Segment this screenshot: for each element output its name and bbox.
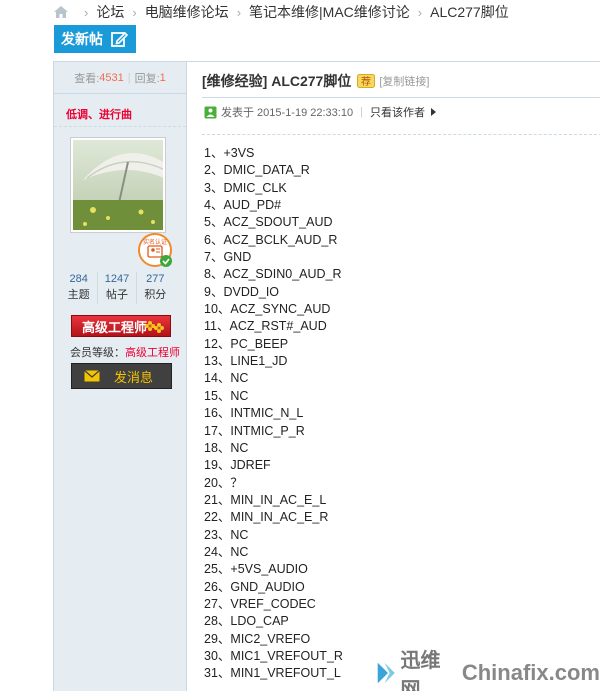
- pin-item: 19、JDREF: [204, 458, 271, 473]
- pin-item: 2、DMIC_DATA_R: [204, 163, 310, 178]
- thread-container: 查看: 4531 | 回复: 1 低调、进行曲 实名认证 284 主题 1247…: [53, 61, 600, 691]
- edit-icon: [111, 31, 128, 47]
- breadcrumb-current: ALC277脚位: [430, 4, 509, 20]
- verify-label: 实名认证: [143, 238, 167, 246]
- divider: [202, 134, 600, 135]
- breadcrumb-separator: ›: [132, 4, 137, 20]
- avatar[interactable]: [70, 137, 166, 233]
- thread-stats: 查看: 4531 | 回复: 1: [54, 62, 186, 94]
- pin-item: 29、MIC2_VREFO: [204, 631, 311, 646]
- post-title: [维修经验] ALC277脚位: [202, 73, 352, 89]
- stat-value: 1247: [104, 273, 130, 285]
- member-level: 会员等级：高级工程师: [70, 344, 180, 360]
- new-post-label: 发新帖: [61, 31, 103, 47]
- pin-item: 5、ACZ_SDOUT_AUD: [204, 215, 333, 230]
- replies-label: 回复:: [134, 72, 160, 85]
- post-meta: 发表于 2015-1-19 22:33:10 | 只看该作者: [204, 104, 436, 120]
- pin-item: 30、MIC1_VREFOUT_R: [204, 648, 343, 663]
- stats-separator: |: [127, 71, 131, 84]
- breadcrumb-separator: ›: [236, 4, 242, 20]
- watermark: 迅维网 Chinafix.com: [370, 650, 600, 691]
- replies-count: 1: [159, 71, 166, 84]
- member-level-label: 会员等级：: [70, 347, 125, 359]
- pin-item: 7、GND: [204, 250, 252, 265]
- divider: [54, 126, 186, 127]
- pin-item: 31、MIN1_VREFOUT_L: [204, 666, 341, 681]
- member-level-value[interactable]: 高级工程师: [125, 347, 180, 359]
- home-icon[interactable]: [54, 6, 68, 18]
- send-message-label: 发消息: [114, 369, 154, 385]
- stat-value: 284: [69, 273, 88, 285]
- pin-item: 13、LINE1_JD: [204, 354, 288, 369]
- pin-item: 10、ACZ_SYNC_AUD: [204, 302, 331, 317]
- author-stats: 284 主题 1247 帖子 277 积分: [60, 272, 174, 304]
- pin-item: 8、ACZ_SDIN0_AUD_R: [204, 267, 342, 282]
- watermark-cn: 迅维网: [400, 649, 441, 691]
- arrow-right-icon[interactable]: [430, 108, 436, 116]
- stat-points[interactable]: 277 积分: [137, 272, 174, 304]
- watermark-logo-icon: [377, 662, 395, 683]
- verify-icon: 实名认证: [138, 233, 174, 269]
- stat-value: 277: [146, 273, 165, 285]
- quality-icon: 荐: [357, 74, 376, 88]
- flower-icon: [145, 321, 164, 333]
- pin-item: 9、DVDD_IO: [204, 284, 280, 299]
- stat-posts[interactable]: 1247 帖子: [98, 272, 137, 304]
- pin-item: 1、+3VS: [204, 146, 255, 160]
- pin-item: 11、ACZ_RST#_AUD: [204, 319, 327, 334]
- pin-item: 17、INTMIC_P_R: [204, 423, 305, 438]
- stat-label: 帖子: [105, 289, 128, 301]
- pin-item: 28、LDO_CAP: [204, 614, 289, 629]
- views-count: 4531: [99, 71, 124, 84]
- pin-item: 6、ACZ_BCLK_AUD_R: [204, 232, 338, 247]
- pin-item: 25、+5VS_AUDIO: [204, 562, 308, 577]
- views-label: 查看:: [74, 72, 100, 85]
- breadcrumb-separator: ›: [84, 4, 89, 20]
- rank-badge: 高级工程师: [71, 315, 171, 337]
- meta-separator: |: [360, 106, 363, 118]
- post-title-row: [维修经验] ALC277脚位 荐 [复制链接]: [202, 71, 429, 91]
- quality-icon-label: 荐: [361, 76, 371, 88]
- new-post-button[interactable]: 发新帖: [54, 25, 136, 53]
- pin-item: 20、？: [204, 475, 243, 490]
- post-date: 发表于 2015-1-19 22:33:10: [221, 107, 354, 119]
- pin-item: 26、GND_AUDIO: [204, 579, 305, 594]
- stat-label: 积分: [144, 289, 167, 301]
- rank-badge-label: 高级工程师: [82, 319, 148, 335]
- send-message-button[interactable]: 发消息: [71, 363, 172, 389]
- breadcrumb-repair-forum[interactable]: 电脑维修论坛: [145, 2, 229, 22]
- divider: [202, 97, 600, 98]
- pin-item: 15、NC: [204, 388, 249, 403]
- breadcrumb: › 论坛 › 电脑维修论坛 › 笔记本维修|MAC维修讨论 › ALC277脚位: [54, 2, 509, 22]
- pin-item: 27、VREF_CODEC: [204, 596, 316, 611]
- stat-threads[interactable]: 284 主题: [60, 272, 99, 304]
- pin-item: 21、MIN_IN_AC_E_L: [204, 492, 327, 507]
- stat-label: 主题: [67, 289, 90, 301]
- author-only-link[interactable]: 只看该作者: [370, 104, 425, 120]
- online-icon: [204, 106, 217, 118]
- pin-item: 4、AUD_PD#: [204, 198, 282, 213]
- pin-item: 16、INTMIC_N_L: [204, 406, 304, 421]
- envelope-icon: [84, 370, 100, 382]
- breadcrumb-laptop-forum[interactable]: 笔记本维修|MAC维修讨论: [249, 2, 410, 22]
- pin-item: 24、NC: [204, 544, 249, 559]
- pin-item: 12、PC_BEEP: [204, 336, 289, 351]
- pin-item: 23、NC: [204, 527, 249, 542]
- pin-item: 14、NC: [204, 371, 249, 386]
- pin-item: 22、MIN_IN_AC_E_R: [204, 510, 329, 525]
- avatar-image: [73, 140, 163, 230]
- post-main: [维修经验] ALC277脚位 荐 [复制链接] 发表于 2015-1-19 2…: [188, 62, 600, 691]
- watermark-en: Chinafix.com: [461, 659, 600, 685]
- author-sidebar: 查看: 4531 | 回复: 1 低调、进行曲 实名认证 284 主题 1247…: [54, 62, 187, 691]
- breadcrumb-separator: ›: [417, 4, 423, 20]
- breadcrumb-forum[interactable]: 论坛: [96, 2, 124, 22]
- pin-item: 18、NC: [204, 440, 249, 455]
- pin-list: 1、+3VS 2、DMIC_DATA_R 3、DMIC_CLK 4、AUD_PD# 5、…: [204, 145, 343, 683]
- author-username[interactable]: 低调、进行曲: [66, 106, 132, 122]
- copy-link[interactable]: [复制链接]: [379, 73, 429, 89]
- pin-item: 3、DMIC_CLK: [204, 180, 287, 195]
